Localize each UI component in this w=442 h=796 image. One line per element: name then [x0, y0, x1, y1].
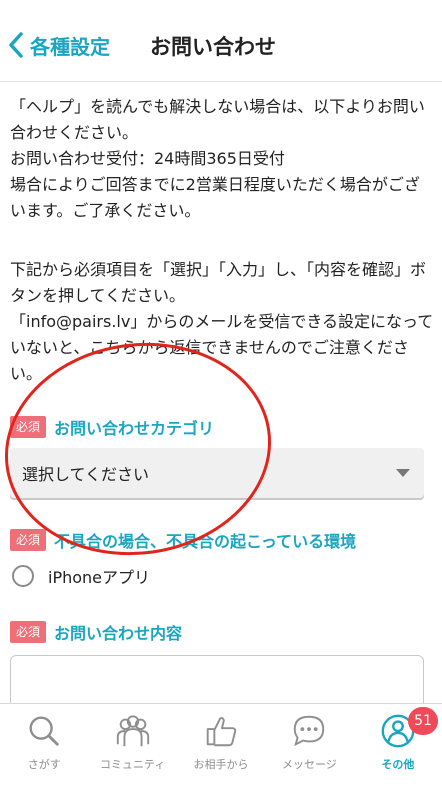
tab-search[interactable]: さがす — [0, 704, 88, 796]
required-badge: 必須 — [10, 416, 47, 438]
intro-text: 「ヘルプ」を読んでも解決しない場合は、以下よりお問い合わせください。 お問い合わ… — [10, 97, 425, 220]
back-label: 各種設定 — [30, 34, 110, 59]
tab-label: その他 — [381, 758, 415, 771]
content-label: お問い合わせ内容 — [54, 624, 183, 643]
page-title: お問い合わせ — [150, 35, 276, 59]
tab-bar: さがす コミュニティ お相手から メッセージ その他 51 — [0, 703, 442, 796]
tab-other[interactable]: その他 51 — [354, 704, 442, 796]
category-select-value: 選択してください — [22, 465, 150, 484]
tab-label: さがす — [27, 758, 61, 771]
tab-label: お相手から — [193, 758, 249, 771]
message-icon — [294, 715, 325, 747]
contact-form-content: 「ヘルプ」を読んでも解決しない場合は、以下よりお問い合わせください。 お問い合わ… — [0, 83, 442, 703]
category-select[interactable]: 選択してください — [10, 448, 424, 498]
tab-community[interactable]: コミュニティ — [88, 704, 176, 796]
content-label-row: 必須 お問い合わせ内容 — [10, 620, 182, 644]
required-badge: 必須 — [10, 621, 47, 643]
tab-label: コミュニティ — [99, 758, 166, 771]
iphone-app-option[interactable]: iPhoneアプリ — [12, 564, 150, 588]
tab-likes[interactable]: お相手から — [177, 704, 265, 796]
instructions-text: 下記から必須項目を「選択」「入力」し、「内容を確認」ボタンを押してください。 「… — [10, 260, 434, 383]
header: 各種設定 お問い合わせ — [0, 0, 442, 82]
dropdown-caret-icon — [396, 469, 410, 477]
thumbs-up-icon — [206, 717, 237, 747]
required-badge: 必須 — [10, 529, 47, 551]
environment-label-row: 必須 不具合の場合、不具合の起こっている環境 — [10, 528, 356, 552]
search-icon — [29, 716, 59, 746]
content-textarea[interactable] — [10, 655, 424, 703]
category-label: お問い合わせカテゴリ — [54, 419, 215, 438]
chevron-left-icon — [9, 32, 23, 58]
community-icon — [116, 715, 149, 747]
tab-messages[interactable]: メッセージ — [265, 704, 353, 796]
back-button[interactable]: 各種設定 — [6, 30, 110, 60]
notification-badge: 51 — [408, 707, 439, 735]
environment-label: 不具合の場合、不具合の起こっている環境 — [54, 532, 357, 551]
tab-label: メッセージ — [282, 758, 337, 771]
iphone-app-option-label: iPhoneアプリ — [48, 568, 151, 587]
category-label-row: 必須 お問い合わせカテゴリ — [10, 415, 214, 439]
radio-button[interactable] — [12, 565, 34, 587]
